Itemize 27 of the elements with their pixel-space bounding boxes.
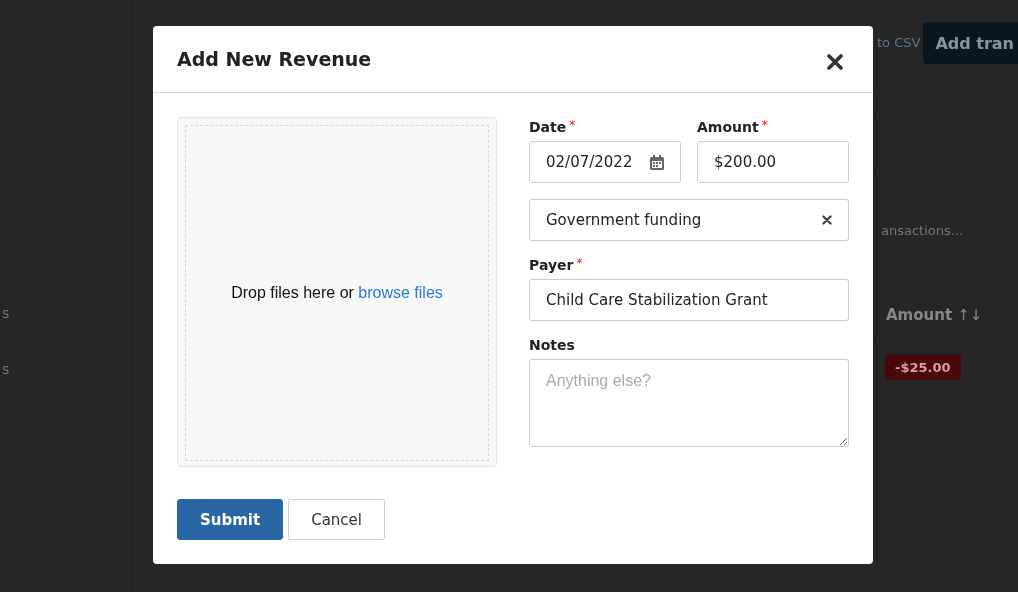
sidebar-item[interactable]: s [2,361,14,377]
browse-link[interactable]: browse files [358,284,443,301]
input-field[interactable]: $200.00 [697,141,849,183]
add-button[interactable]: Add tran [923,22,1018,64]
required-mark: * [576,257,583,269]
export-link[interactable]: to CSV [877,35,921,50]
modal-title: Add New Revenue [177,48,372,70]
submit-button[interactable]: Submit [177,499,284,540]
required-mark: * [761,119,768,131]
sidebar-item[interactable]: s [2,305,14,321]
amount-badge: -$25.00 [885,354,961,380]
required-mark: * [569,119,576,131]
dropzone-text: Drop files here or browse files [231,284,443,302]
close-icon[interactable] [827,54,843,70]
dropzone[interactable]: Drop files here or browse files [177,117,497,467]
column-header[interactable]: Amount ↑↓ [886,306,983,324]
input-field[interactable]: Child Care Stabilization Grant [529,279,849,321]
field-label: Notes [529,337,575,353]
notes-field[interactable]: Anything else? [529,359,849,447]
calendar-icon[interactable] [650,154,664,170]
field-label: Amount [697,119,759,135]
date-field[interactable]: 02/07/2022 [529,141,681,183]
field-label: Payer [529,257,574,273]
clear-icon[interactable] [822,215,832,225]
category-select[interactable]: Government funding [529,199,849,241]
cancel-button[interactable]: Cancel [288,499,385,540]
field-label: Date [529,119,567,135]
